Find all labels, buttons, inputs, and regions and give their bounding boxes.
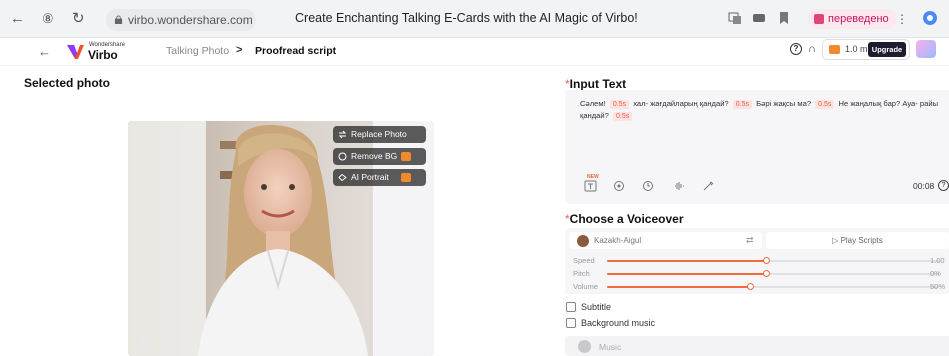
translated-badge[interactable]: переведено — [808, 9, 897, 29]
address-bar[interactable]: virbo.wondershare.com — [106, 9, 256, 31]
speed-value: 1.00 — [930, 256, 945, 265]
browser-profile-icon[interactable]: ⑧ — [42, 11, 54, 27]
volume-knob[interactable] — [747, 283, 754, 290]
replace-icon — [338, 130, 347, 139]
script-segment: Бәрі жақсы ма? — [756, 99, 812, 108]
swap-voice-icon[interactable]: ⇄ — [746, 235, 754, 246]
help-icon[interactable]: ? — [790, 43, 802, 55]
remove-bg-icon — [338, 152, 347, 161]
background-music-checkbox[interactable] — [566, 318, 576, 328]
duration-help-icon[interactable]: ? — [938, 180, 949, 191]
voice-name: Kazakh-Aigul — [594, 236, 642, 245]
volume-label: Volume — [573, 282, 599, 291]
music-icon — [578, 340, 591, 353]
script-content[interactable]: Сәлем! 0.5s хал- жағдайларың қандай? 0.5… — [580, 98, 940, 122]
ai-portrait-label: AI Portrait — [351, 172, 389, 182]
browser-back-icon[interactable]: ← — [10, 11, 25, 27]
browser-menu-icon[interactable]: ⋮ — [896, 11, 908, 27]
watermark-logo-icon — [138, 335, 152, 347]
premium-badge-icon — [401, 173, 411, 182]
browser-page-title: Create Enchanting Talking E-Cards with t… — [295, 11, 638, 25]
pitch-slider[interactable] — [607, 270, 939, 277]
play-scripts-button[interactable]: ▷ Play Scripts — [766, 232, 949, 249]
remove-bg-button[interactable]: Remove BG — [333, 148, 426, 165]
breadcrumb-chevron-icon: > — [236, 44, 243, 56]
ai-portrait-icon — [338, 173, 347, 182]
speed-label: Speed — [573, 256, 595, 265]
replace-photo-label: Replace Photo — [351, 129, 407, 139]
music-selector[interactable] — [565, 336, 949, 356]
replace-photo-button[interactable]: Replace Photo — [333, 126, 426, 143]
virbo-logo-icon[interactable] — [66, 43, 85, 60]
translate-icon[interactable] — [728, 11, 742, 25]
lock-icon — [114, 15, 123, 24]
pitch-label: Pitch — [573, 269, 590, 278]
bookmark-icon[interactable] — [777, 11, 791, 25]
headset-icon[interactable]: ∩ — [808, 43, 816, 55]
sound-wave-icon[interactable] — [672, 180, 686, 192]
ai-magic-icon[interactable] — [701, 180, 715, 192]
subtitle-label: Subtitle — [581, 302, 612, 312]
upgrade-button[interactable]: Upgrade — [868, 42, 906, 57]
pitch-fill — [607, 273, 766, 275]
pitch-knob[interactable] — [763, 270, 770, 277]
volume-value: 50% — [930, 282, 946, 291]
subtitle-checkbox[interactable] — [566, 302, 576, 312]
speed-slider[interactable] — [607, 257, 939, 264]
script-segment: хал- жағдайларың қандай? — [633, 99, 729, 108]
voice-avatar — [577, 235, 589, 247]
input-text-title: *Input Text — [565, 77, 627, 91]
brand-virbo: Virbo — [88, 48, 118, 62]
selected-photo-title: Selected photo — [24, 76, 111, 90]
user-avatar[interactable] — [916, 40, 936, 58]
back-arrow-icon[interactable]: ← — [38, 44, 51, 59]
speed-knob[interactable] — [763, 257, 770, 264]
duration-icon — [829, 45, 840, 54]
translated-label: переведено — [828, 13, 889, 25]
pause-tag[interactable]: 0.5s — [612, 112, 633, 121]
translate-badge-icon — [814, 14, 824, 24]
emphasis-icon[interactable] — [612, 180, 626, 192]
browser-reload-icon[interactable]: ↻ — [72, 11, 85, 27]
pause-tag[interactable]: 0.5s — [609, 100, 630, 109]
text-tool-icon[interactable] — [584, 180, 598, 192]
pause-tag[interactable]: 0.5s — [732, 100, 753, 109]
breadcrumb-proofread-script: Proofread script — [255, 45, 337, 57]
pitch-value: 0% — [930, 269, 941, 278]
voiceover-title: *Choose a Voiceover — [565, 212, 684, 226]
url-text: virbo.wondershare.com — [128, 13, 253, 27]
breadcrumb-talking-photo[interactable]: Talking Photo — [166, 45, 229, 57]
premium-badge-icon — [401, 152, 411, 161]
extension-icon[interactable] — [922, 10, 938, 26]
script-duration: 00:08 — [913, 181, 935, 191]
chat-icon[interactable] — [752, 11, 766, 25]
remove-bg-label: Remove BG — [351, 151, 398, 161]
script-segment: Сәлем! — [580, 99, 606, 108]
app-header — [0, 38, 949, 66]
ai-portrait-button[interactable]: AI Portrait — [333, 169, 426, 186]
background-music-label: Background music — [581, 318, 656, 328]
volume-slider[interactable] — [607, 283, 939, 290]
volume-fill — [607, 286, 750, 288]
speed-fill — [607, 260, 766, 262]
pause-tag[interactable]: 0.5s — [815, 100, 835, 109]
music-placeholder: Music — [599, 342, 622, 352]
pause-clock-icon[interactable] — [641, 180, 655, 192]
